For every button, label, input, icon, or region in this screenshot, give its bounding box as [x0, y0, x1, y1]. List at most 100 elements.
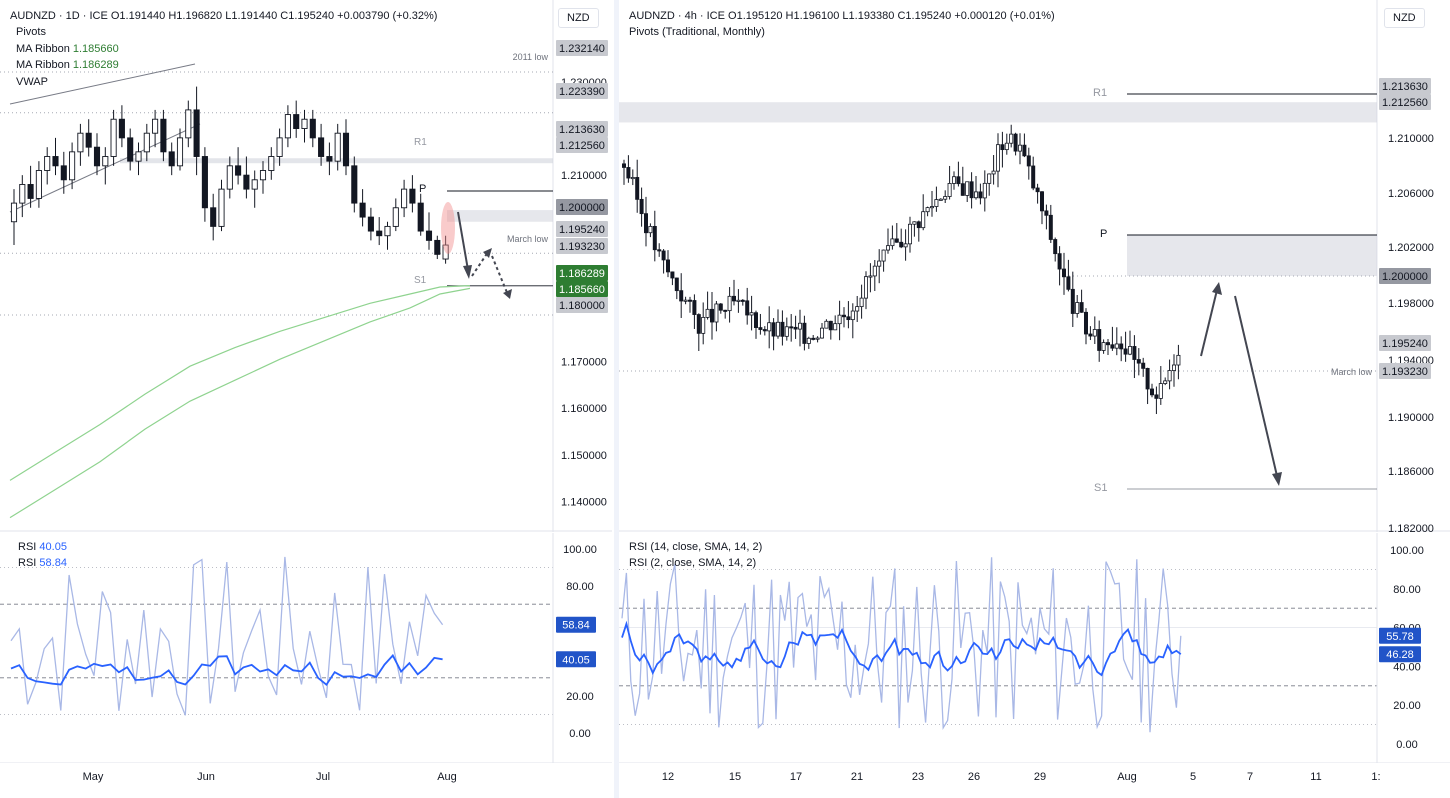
- right-candle: [938, 198, 943, 201]
- right-annot-s1: S1: [1094, 482, 1107, 494]
- left-candle: [77, 132, 84, 153]
- right-arrow-up: [1200, 289, 1218, 357]
- right-candle: [1158, 383, 1163, 399]
- left-candle: [425, 230, 433, 241]
- right-time-axis: 12 15 17 21 23 26 29 Aug 5 7 11 1:: [619, 762, 1450, 783]
- right-candle: [745, 300, 750, 316]
- left-candle: [251, 179, 258, 190]
- right-candle: [951, 176, 956, 184]
- right-candle: [670, 271, 675, 279]
- right-arrow-down-head: [1272, 472, 1282, 486]
- right-candle: [1048, 214, 1053, 240]
- right-candle: [837, 314, 842, 325]
- right-pivots-label[interactable]: Pivots (Traditional, Monthly): [629, 24, 765, 40]
- right-candle: [912, 221, 917, 225]
- left-label-r1-upper: 1.213630: [559, 124, 605, 136]
- left-candle: [110, 118, 117, 157]
- right-chart-panel[interactable]: R1 P March low S1 1.210000 1.206000 1.202000 1.…: [619, 0, 1450, 798]
- left-price-chart[interactable]: 2011 lowR1PMarch lowS11.2300001.2200001.…: [0, 0, 612, 532]
- left-candle: [276, 137, 283, 157]
- right-candle: [705, 308, 710, 318]
- left-label-223390: 1.223390: [559, 86, 605, 98]
- right-candle: [780, 321, 785, 337]
- left-candle: [201, 156, 208, 209]
- right-label-march-low: 1.193230: [1382, 366, 1428, 378]
- right-candle: [643, 213, 648, 234]
- left-rsi-chart[interactable]: 100.00 80.00 20.00 0.00 58.84 40.05: [0, 533, 612, 763]
- left-candle: [342, 132, 350, 167]
- left-ma-ribbon-1[interactable]: MA Ribbon 1.185660: [16, 41, 119, 57]
- left-candle: [35, 170, 42, 199]
- right-x-label: 29: [1034, 771, 1046, 783]
- left-rsi-tick: 80.00: [566, 581, 594, 593]
- left-label-march-low: 1.193230: [559, 241, 605, 253]
- left-highlight-ellipse: [441, 202, 455, 254]
- right-candle: [890, 238, 895, 247]
- left-price-tick: 1.210000: [561, 170, 607, 182]
- left-rsi-name-2: RSI: [18, 557, 37, 569]
- right-label-pivot: 1.200000: [1382, 271, 1428, 283]
- left-candle: [52, 156, 59, 167]
- right-candle: [1083, 311, 1088, 335]
- left-rsi-fast-line: [10, 556, 444, 716]
- left-rsi-legend-2[interactable]: RSI 58.84: [18, 555, 67, 571]
- right-candle: [732, 295, 737, 302]
- left-rsi-legend-1[interactable]: RSI 40.05: [18, 539, 67, 555]
- left-candle: [401, 188, 408, 209]
- right-candle: [1013, 133, 1018, 152]
- ma-ribbon-2-name: MA Ribbon: [16, 59, 70, 71]
- left-currency-button[interactable]: NZD: [558, 8, 599, 28]
- left-vwap-label[interactable]: VWAP: [16, 74, 48, 90]
- right-candle: [1145, 367, 1150, 390]
- right-price-tick: 1.198000: [1388, 298, 1434, 310]
- right-rsi-fast-line: [621, 557, 1182, 733]
- right-candle: [841, 314, 846, 318]
- right-candle: [960, 183, 965, 196]
- right-x-label: 7: [1247, 771, 1253, 783]
- left-candle: [193, 109, 200, 157]
- left-ma-ribbon-2[interactable]: MA Ribbon 1.186289: [16, 57, 119, 73]
- right-candle: [1176, 354, 1181, 366]
- right-label-r1: 1.212560: [1382, 97, 1428, 109]
- right-candle: [767, 322, 772, 332]
- left-candle: [44, 156, 51, 171]
- right-rsi-legend-2[interactable]: RSI (2, close, SMA, 14, 2): [629, 555, 756, 571]
- right-candle: [789, 326, 794, 329]
- left-rsi-tick: 0.00: [569, 728, 590, 740]
- right-candle: [753, 312, 758, 328]
- right-candle: [885, 245, 890, 251]
- right-x-label: 17: [790, 771, 802, 783]
- left-price-tick: 1.140000: [561, 496, 607, 508]
- right-candle: [824, 320, 829, 329]
- left-candle: [93, 146, 101, 167]
- right-currency-button[interactable]: NZD: [1384, 8, 1425, 28]
- left-candle: [143, 132, 150, 153]
- right-price-chart[interactable]: R1 P March low S1 1.210000 1.206000 1.202000 1.…: [619, 0, 1450, 532]
- right-candle: [903, 243, 908, 248]
- left-rsi-tick: 100.00: [563, 544, 597, 556]
- left-candle: [376, 230, 383, 237]
- right-price-tick: 1.182000: [1388, 523, 1434, 532]
- right-rsi-legend-1[interactable]: RSI (14, close, SMA, 14, 2): [629, 539, 762, 555]
- right-candle: [1088, 333, 1093, 337]
- left-rsi-value-1: 40.05: [39, 541, 67, 553]
- right-candle: [1123, 348, 1128, 355]
- left-arrow-dotted-up-head: [483, 248, 492, 258]
- left-rsi-tick: 20.00: [566, 691, 594, 703]
- right-x-label: 12: [662, 771, 674, 783]
- right-candle: [859, 297, 864, 308]
- right-candle: [1167, 370, 1172, 382]
- right-candle: [635, 177, 640, 200]
- left-candle: [309, 118, 316, 139]
- left-candle: [318, 137, 325, 157]
- left-pivots-label[interactable]: Pivots: [16, 24, 46, 40]
- left-candle: [210, 207, 217, 227]
- right-candle: [1141, 362, 1146, 369]
- right-price-tick: 1.202000: [1388, 242, 1434, 254]
- right-candle: [1114, 343, 1119, 349]
- left-chart-panel[interactable]: 2011 lowR1PMarch lowS11.2300001.2200001.…: [0, 0, 612, 798]
- right-candle: [1066, 276, 1071, 290]
- right-candle: [626, 167, 631, 179]
- right-candle: [872, 265, 877, 277]
- right-candle: [850, 310, 855, 321]
